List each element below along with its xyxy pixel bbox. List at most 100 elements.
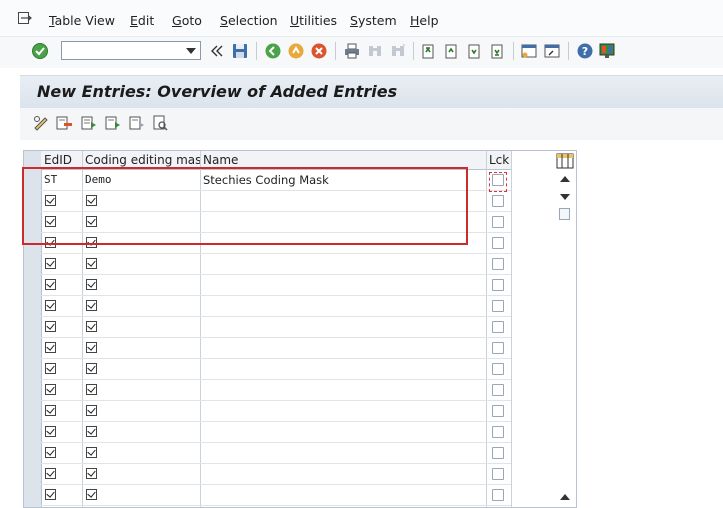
lock-checkbox[interactable]: [492, 489, 504, 501]
cell-name[interactable]: [200, 296, 486, 316]
cell-name[interactable]: [200, 191, 486, 211]
checkbox-coding-mask[interactable]: [86, 300, 97, 311]
lock-checkbox[interactable]: [492, 384, 504, 396]
cell-coding-mask[interactable]: [82, 380, 200, 400]
menu-help[interactable]: Help: [410, 13, 439, 28]
cell-coding-mask[interactable]: [82, 254, 200, 274]
previous-page-icon[interactable]: [443, 42, 461, 60]
lock-checkbox[interactable]: [492, 342, 504, 354]
cell-coding-mask[interactable]: [82, 443, 200, 463]
create-session-icon[interactable]: [520, 42, 538, 60]
cell-coding-mask[interactable]: [82, 338, 200, 358]
checkbox-coding-mask[interactable]: [86, 321, 97, 332]
scroll-up-icon[interactable]: [560, 176, 570, 182]
column-header-coding-mask[interactable]: Coding editing mask: [82, 151, 200, 170]
table-row[interactable]: [41, 359, 511, 380]
cell-coding-mask[interactable]: [82, 317, 200, 337]
checkbox-edid[interactable]: [45, 258, 56, 269]
command-field[interactable]: [61, 41, 201, 60]
cell-edid[interactable]: [41, 191, 82, 211]
menu-system[interactable]: System: [350, 13, 397, 28]
checkbox-coding-mask[interactable]: [86, 384, 97, 395]
menu-edit[interactable]: Edit: [130, 13, 154, 28]
checkbox-edid[interactable]: [45, 405, 56, 416]
checkbox-edid[interactable]: [45, 237, 56, 248]
shortcut-icon[interactable]: [543, 42, 561, 60]
table-row[interactable]: [41, 233, 511, 254]
cell-edid[interactable]: [41, 212, 82, 232]
cell-edid[interactable]: [41, 422, 82, 442]
lock-checkbox[interactable]: [492, 237, 504, 249]
cell-coding-mask[interactable]: [82, 275, 200, 295]
row-selector-column[interactable]: [24, 151, 42, 507]
enter-icon[interactable]: [31, 42, 49, 60]
lock-checkbox[interactable]: [492, 468, 504, 480]
cell-edid[interactable]: [41, 275, 82, 295]
cell-coding-mask[interactable]: Demo: [82, 170, 200, 190]
table-row[interactable]: [41, 443, 511, 464]
scroll-down-icon[interactable]: [560, 194, 570, 200]
cell-coding-mask[interactable]: [82, 401, 200, 421]
next-page-icon[interactable]: [466, 42, 484, 60]
cell-edid[interactable]: [41, 338, 82, 358]
chevron-down-icon[interactable]: [186, 48, 196, 54]
lock-checkbox[interactable]: [492, 195, 504, 207]
checkbox-coding-mask[interactable]: [86, 426, 97, 437]
column-header-edid[interactable]: EdID: [41, 151, 82, 170]
find-icon[interactable]: [366, 42, 384, 60]
delete-icon[interactable]: [55, 114, 73, 132]
checkbox-edid[interactable]: [45, 300, 56, 311]
help-icon[interactable]: ?: [576, 42, 594, 60]
column-header-lck[interactable]: Lck: [486, 151, 511, 170]
layout-icon[interactable]: [598, 42, 616, 60]
table-row[interactable]: [41, 191, 511, 212]
checkbox-coding-mask[interactable]: [86, 405, 97, 416]
table-row[interactable]: [41, 275, 511, 296]
cell-name[interactable]: [200, 233, 486, 253]
cell-name[interactable]: [200, 422, 486, 442]
checkbox-edid[interactable]: [45, 489, 56, 500]
cell-coding-mask[interactable]: [82, 212, 200, 232]
table-settings-icon[interactable]: [556, 153, 574, 169]
checkbox-coding-mask[interactable]: [86, 279, 97, 290]
checkbox-edid[interactable]: [45, 342, 56, 353]
cell-edid[interactable]: ST: [41, 170, 82, 190]
table-row[interactable]: [41, 464, 511, 485]
cell-name[interactable]: [200, 254, 486, 274]
cell-name[interactable]: [200, 380, 486, 400]
cell-name[interactable]: [200, 275, 486, 295]
cell-edid[interactable]: [41, 296, 82, 316]
cell-coding-mask[interactable]: [82, 359, 200, 379]
table-row[interactable]: [41, 401, 511, 422]
first-page-icon[interactable]: [420, 42, 438, 60]
table-row[interactable]: [41, 254, 511, 275]
save-icon[interactable]: [231, 42, 249, 60]
lock-checkbox[interactable]: [492, 321, 504, 333]
exit-icon[interactable]: [287, 42, 305, 60]
cell-name[interactable]: [200, 485, 486, 505]
scroll-thumb[interactable]: [559, 208, 570, 220]
last-page-icon[interactable]: [489, 42, 507, 60]
lock-checkbox[interactable]: [492, 216, 504, 228]
checkbox-coding-mask[interactable]: [86, 237, 97, 248]
checkbox-coding-mask[interactable]: [86, 489, 97, 500]
select-block-icon[interactable]: [104, 114, 122, 132]
cell-name[interactable]: [200, 317, 486, 337]
cell-coding-mask[interactable]: [82, 464, 200, 484]
cell-name[interactable]: [200, 443, 486, 463]
checkbox-coding-mask[interactable]: [86, 216, 97, 227]
checkbox-coding-mask[interactable]: [86, 258, 97, 269]
checkbox-edid[interactable]: [45, 216, 56, 227]
lock-checkbox[interactable]: [492, 447, 504, 459]
cell-edid[interactable]: [41, 485, 82, 505]
cell-coding-mask[interactable]: [82, 296, 200, 316]
table-row[interactable]: ST Demo Stechies Coding Mask: [41, 170, 511, 191]
select-all-icon[interactable]: [80, 114, 98, 132]
table-row[interactable]: [41, 485, 511, 506]
menu-table-view[interactable]: Table View: [49, 13, 115, 28]
print-icon[interactable]: [343, 42, 361, 60]
find-next-icon[interactable]: [389, 42, 407, 60]
lock-checkbox[interactable]: [492, 426, 504, 438]
cell-name[interactable]: [200, 464, 486, 484]
table-row[interactable]: [41, 296, 511, 317]
